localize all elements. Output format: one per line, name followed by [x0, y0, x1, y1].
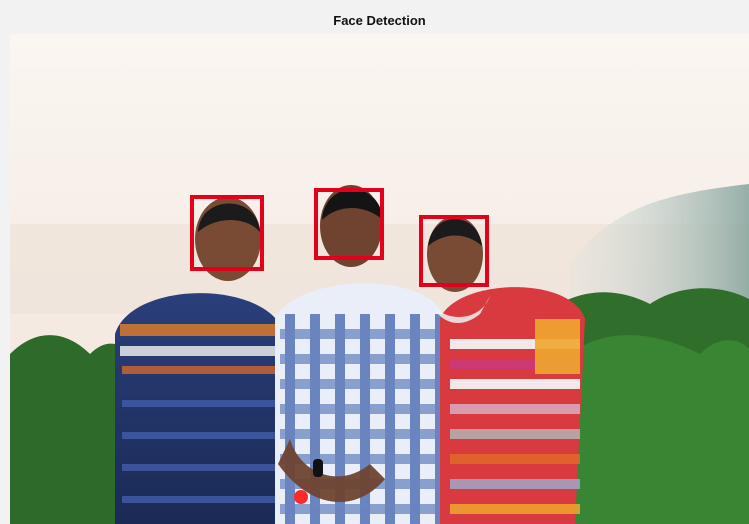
trees-right-foreground: [570, 335, 749, 524]
face-detection-box: [419, 215, 489, 287]
figure-window: Face Detection: [0, 0, 749, 524]
wristwatch: [313, 459, 323, 477]
person-right-sleeve: [535, 319, 580, 374]
face-detection-box: [190, 195, 264, 271]
photo-canvas: [10, 34, 749, 524]
figure-title: Face Detection: [333, 13, 426, 28]
red-marker: [294, 490, 308, 504]
face-detection-box: [314, 188, 384, 260]
photo-illustration: [10, 34, 749, 524]
